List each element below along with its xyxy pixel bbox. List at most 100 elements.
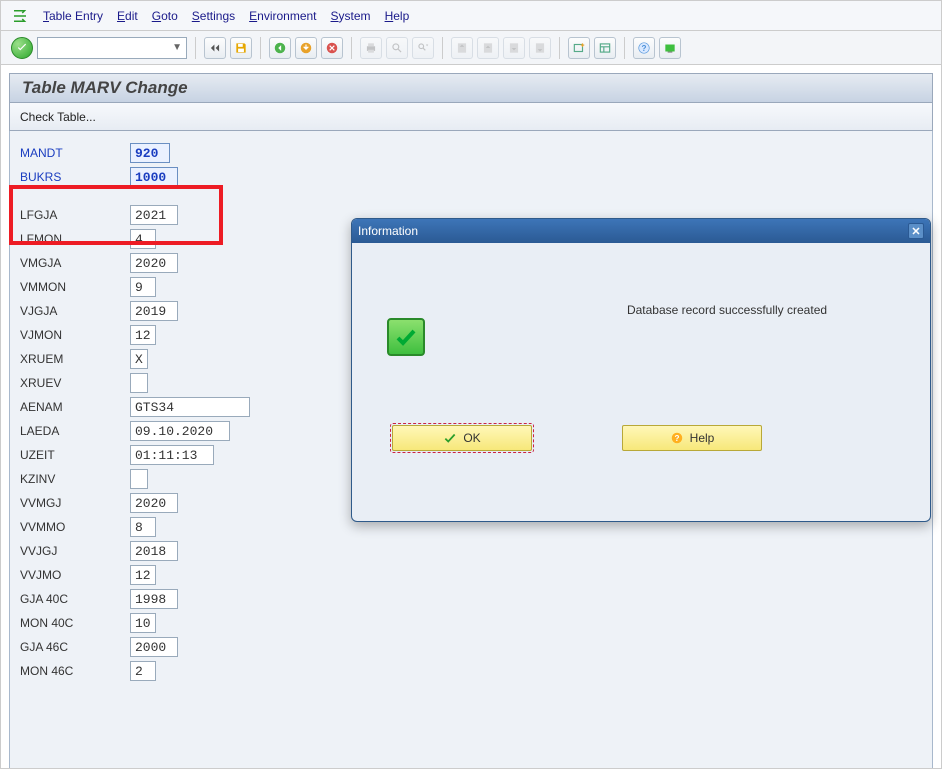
page-title: Table MARV Change — [22, 78, 188, 98]
help-icon[interactable]: ? — [633, 37, 655, 59]
menu-help[interactable]: Help — [385, 9, 410, 23]
success-check-icon — [387, 318, 425, 356]
close-icon[interactable]: ✕ — [908, 223, 924, 239]
label-aenam: AENAM — [20, 400, 130, 414]
input-xruem[interactable]: X — [130, 349, 148, 369]
information-dialog: Information ✕ Database record successful… — [351, 218, 931, 522]
field-bukrs: BUKRS 1000 — [20, 165, 932, 189]
separator — [195, 37, 196, 59]
help-button[interactable]: ? Help — [622, 425, 762, 451]
separator — [442, 37, 443, 59]
input-kzinv[interactable] — [130, 469, 148, 489]
field-mon46c: MON 46C 2 — [20, 659, 932, 683]
input-lfgja[interactable]: 2021 — [130, 205, 178, 225]
field-mandt: MANDT 920 — [20, 141, 932, 165]
menu-settings[interactable]: Settings — [192, 9, 235, 23]
command-field[interactable]: ▼ — [37, 37, 187, 59]
field-gja40c: GJA 40C 1998 — [20, 587, 932, 611]
input-uzeit[interactable]: 01:11:13 — [130, 445, 214, 465]
check-table-button[interactable]: Check Table... — [20, 110, 96, 124]
layout-icon[interactable] — [594, 37, 616, 59]
exit-icon[interactable] — [295, 37, 317, 59]
ok-button[interactable]: OK — [392, 425, 532, 451]
label-gja46c: GJA 46C — [20, 640, 130, 654]
label-mon46c: MON 46C — [20, 664, 130, 678]
menu-environment[interactable]: Environment — [249, 9, 316, 23]
input-laeda[interactable]: 09.10.2020 — [130, 421, 230, 441]
back-chevrons-icon[interactable] — [204, 37, 226, 59]
svg-text:?: ? — [642, 43, 647, 52]
menu-system[interactable]: System — [331, 9, 371, 23]
input-gja46c[interactable]: 2000 — [130, 637, 178, 657]
ok-label: OK — [463, 431, 480, 445]
input-mon46c[interactable]: 2 — [130, 661, 156, 681]
input-vjgja[interactable]: 2019 — [130, 301, 178, 321]
label-vjgja: VJGJA — [20, 304, 130, 318]
input-vjmon[interactable]: 12 — [130, 325, 156, 345]
save-icon[interactable] — [230, 37, 252, 59]
label-mon40c: MON 40C — [20, 616, 130, 630]
label-vjmon: VJMON — [20, 328, 130, 342]
separator — [624, 37, 625, 59]
label-vmmon: VMMON — [20, 280, 130, 294]
label-xruem: XRUEM — [20, 352, 130, 366]
dialog-message: Database record successfully created — [552, 303, 902, 317]
input-mandt[interactable]: 920 — [130, 143, 170, 163]
print-icon — [360, 37, 382, 59]
label-kzinv: KZINV — [20, 472, 130, 486]
menu-edit[interactable]: Edit — [117, 9, 138, 23]
label-vvmgj: VVMGJ — [20, 496, 130, 510]
input-bukrs[interactable]: 1000 — [130, 167, 178, 187]
field-mon40c: MON 40C 10 — [20, 611, 932, 635]
label-mandt: MANDT — [20, 146, 130, 160]
first-page-icon — [451, 37, 473, 59]
help-question-icon: ? — [670, 431, 684, 445]
input-vvmmo[interactable]: 8 — [130, 517, 156, 537]
ok-check-icon — [443, 431, 457, 445]
enter-button[interactable] — [11, 37, 33, 59]
next-page-icon — [503, 37, 525, 59]
label-lfgja: LFGJA — [20, 208, 130, 222]
cancel-icon[interactable] — [321, 37, 343, 59]
find-icon — [386, 37, 408, 59]
dialog-body: Database record successfully created OK … — [352, 243, 930, 521]
separator — [351, 37, 352, 59]
input-xruev[interactable] — [130, 373, 148, 393]
application-toolbar: Check Table... — [9, 103, 933, 131]
field-gja46c: GJA 46C 2000 — [20, 635, 932, 659]
dropdown-icon: ▼ — [172, 42, 182, 53]
label-vmgja: VMGJA — [20, 256, 130, 270]
label-vvmmo: VVMMO — [20, 520, 130, 534]
label-xruev: XRUEV — [20, 376, 130, 390]
sap-menu-icon[interactable] — [11, 7, 29, 25]
field-vvjmo: VVJMO 12 — [20, 563, 932, 587]
separator — [260, 37, 261, 59]
label-vvjgj: VVJGJ — [20, 544, 130, 558]
new-session-icon[interactable] — [568, 37, 590, 59]
back-icon[interactable] — [269, 37, 291, 59]
input-vvmgj[interactable]: 2020 — [130, 493, 178, 513]
gui-options-icon[interactable] — [659, 37, 681, 59]
field-vvjgj: VVJGJ 2018 — [20, 539, 932, 563]
input-vvjmo[interactable]: 12 — [130, 565, 156, 585]
app-shell: Table Entry Edit Goto Settings Environme… — [0, 0, 942, 769]
input-aenam[interactable]: GTS34 — [130, 397, 250, 417]
title-band: Table MARV Change — [9, 73, 933, 103]
input-vvjgj[interactable]: 2018 — [130, 541, 178, 561]
input-vmmon[interactable]: 9 — [130, 277, 156, 297]
input-mon40c[interactable]: 10 — [130, 613, 156, 633]
menu-goto[interactable]: Goto — [152, 9, 178, 23]
prev-page-icon — [477, 37, 499, 59]
toolbar: ▼ ? — [1, 31, 941, 65]
menu-bar: Table Entry Edit Goto Settings Environme… — [1, 1, 941, 31]
label-bukrs: BUKRS — [20, 170, 130, 184]
input-vmgja[interactable]: 2020 — [130, 253, 178, 273]
input-lfmon[interactable]: 4 — [130, 229, 156, 249]
last-page-icon — [529, 37, 551, 59]
menu-table-entry[interactable]: Table Entry — [43, 9, 103, 23]
label-laeda: LAEDA — [20, 424, 130, 438]
input-gja40c[interactable]: 1998 — [130, 589, 178, 609]
dialog-titlebar[interactable]: Information ✕ — [352, 219, 930, 243]
label-uzeit: UZEIT — [20, 448, 130, 462]
help-label: Help — [690, 431, 715, 445]
